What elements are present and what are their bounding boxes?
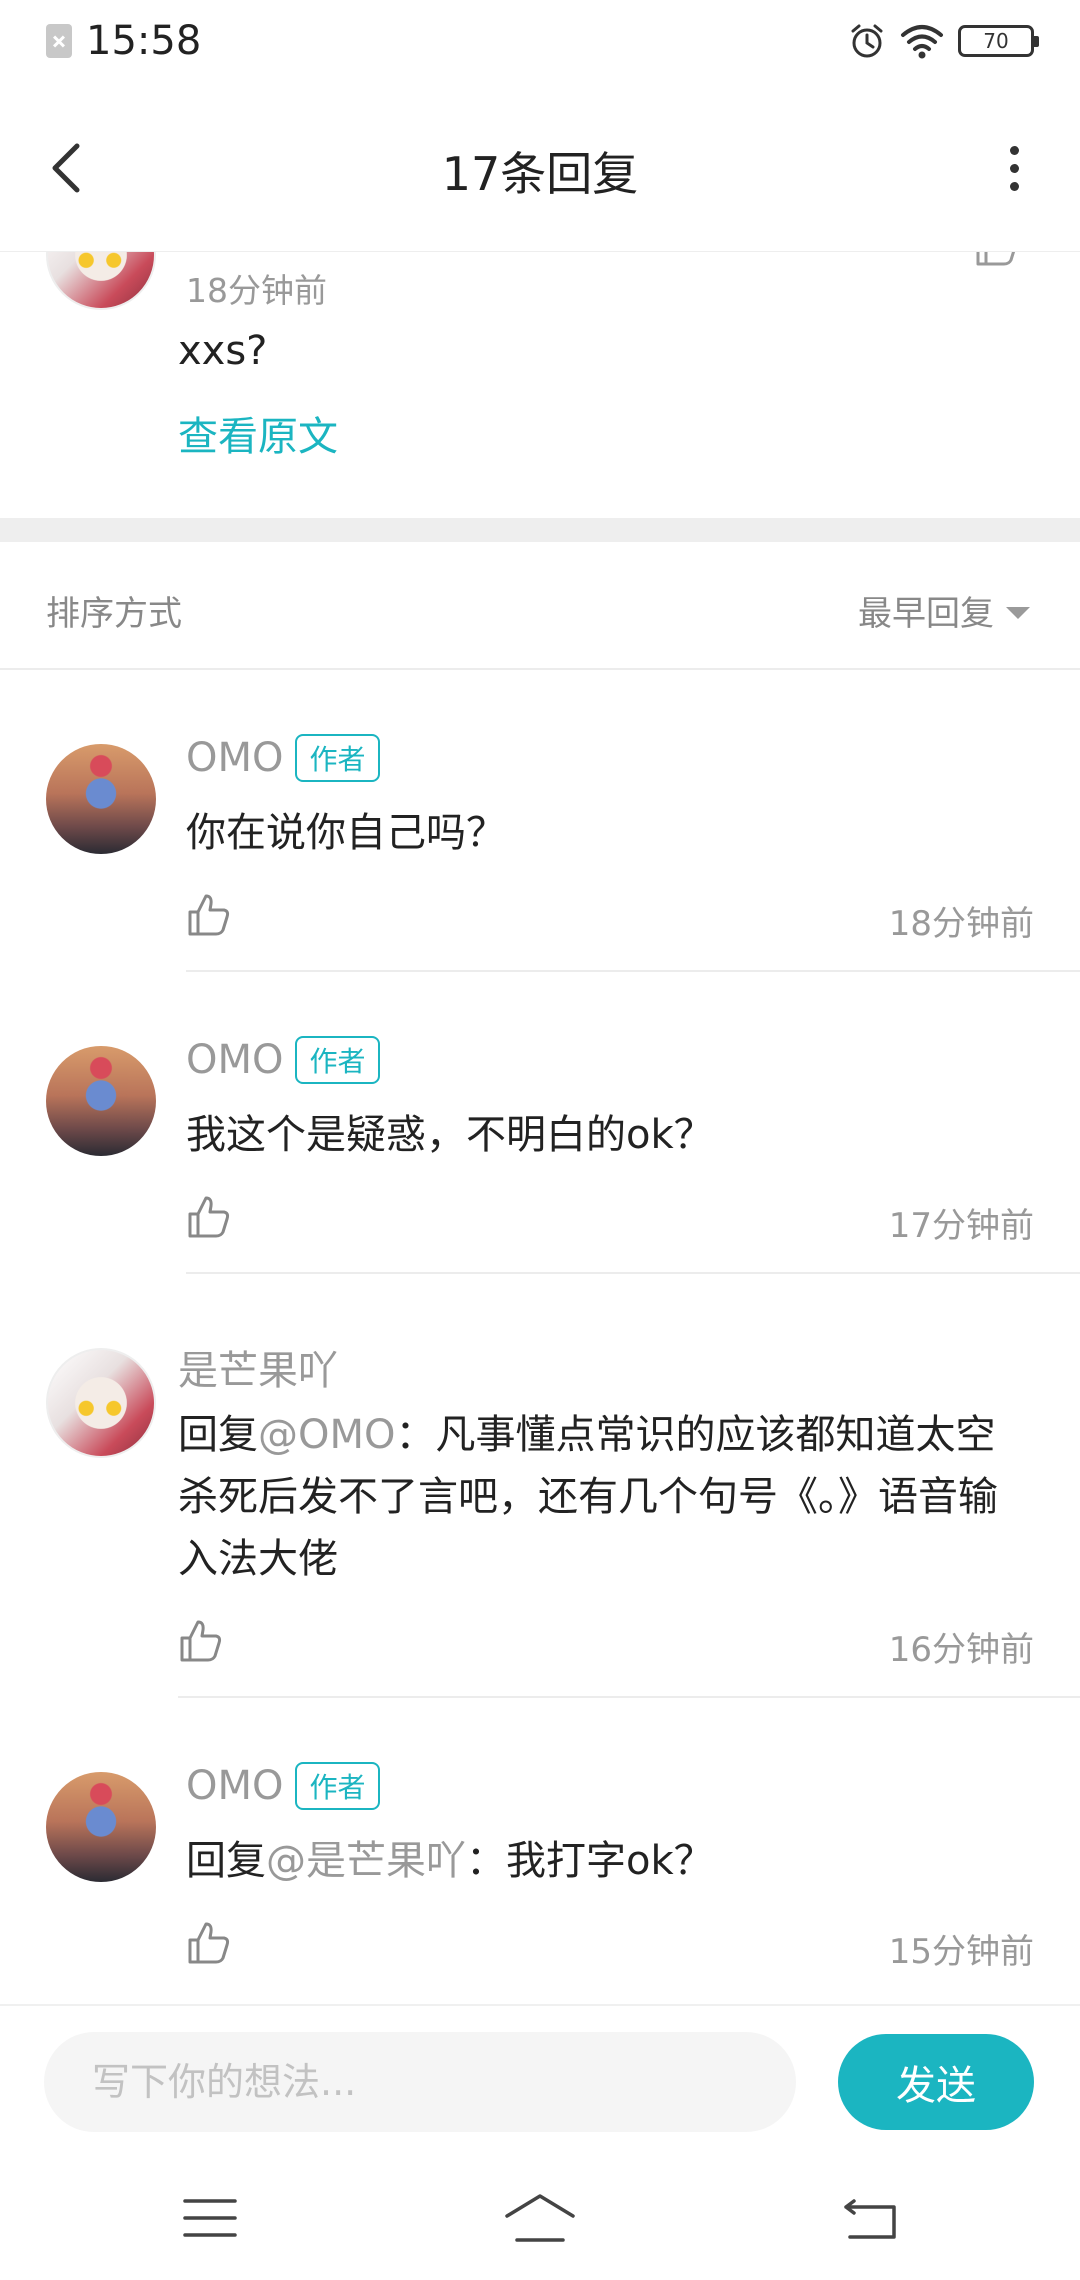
sort-label: 排序方式	[46, 594, 182, 634]
mention-link[interactable]: @是芒果吖	[266, 1838, 466, 1884]
reply-body: ：我打字ok？	[466, 1838, 714, 1884]
avatar[interactable]	[46, 252, 156, 310]
comment-input[interactable]	[44, 2032, 796, 2132]
thumbs-up-icon	[180, 1620, 222, 1662]
author-badge: 作者	[295, 734, 380, 782]
reply-text: 我这个是疑惑，不明白的ok？	[186, 1112, 714, 1158]
thumbs-up-icon	[976, 252, 1016, 266]
like-button[interactable]	[186, 1194, 232, 1240]
reply-text: 你在说你自己吗？	[186, 810, 506, 856]
home-icon	[505, 2194, 575, 2242]
avatar[interactable]	[46, 1348, 156, 1458]
comment-composer: 发送	[0, 2004, 1080, 2156]
reply-item: OMO 作者 我这个是疑惑，不明白的ok？ 17分钟前	[0, 972, 1080, 1274]
author-badge: 作者	[295, 1762, 380, 1810]
header-bar: 17条回复	[0, 88, 1080, 252]
like-button[interactable]	[186, 892, 232, 938]
reply-text: 回复@是芒果吖：我打字ok？	[186, 1830, 1034, 1892]
system-navigation-bar	[0, 2156, 1080, 2280]
thumbs-up-icon	[188, 894, 230, 936]
send-button[interactable]: 发送	[838, 2034, 1034, 2130]
more-dot	[1009, 163, 1019, 173]
reply-time: 17分钟前	[888, 1206, 1034, 1246]
battery-level: 70	[983, 29, 1009, 53]
sort-value: 最早回复	[858, 594, 994, 634]
sort-bar: 排序方式 最早回复	[0, 542, 1080, 670]
original-comment: 18分钟前 xxs? 查看原文	[0, 252, 1080, 518]
back-icon	[844, 2199, 896, 2239]
battery-icon: 70	[958, 25, 1039, 57]
more-dot	[1009, 181, 1019, 191]
like-button[interactable]	[186, 1920, 232, 1966]
sort-dropdown[interactable]: 最早回复	[858, 586, 1030, 635]
section-gap	[0, 518, 1080, 542]
status-bar: 15:58 70	[0, 0, 1080, 88]
page-title: 17条回复	[441, 147, 639, 201]
menu-button[interactable]	[160, 2186, 260, 2250]
reply-item: 是芒果吖 回复@OMO：凡事懂点常识的应该都知道太空杀死后发不了言吧，还有几个句…	[0, 1274, 1080, 1698]
wifi-icon	[901, 25, 943, 59]
sim-off-icon	[46, 24, 72, 58]
reply-username[interactable]: 是芒果吖	[178, 1338, 338, 1396]
home-button[interactable]	[490, 2186, 590, 2250]
alarm-icon	[851, 24, 883, 58]
avatar[interactable]	[46, 1772, 156, 1882]
like-button[interactable]	[974, 252, 1020, 272]
reply-text: 回复@OMO：凡事懂点常识的应该都知道太空杀死后发不了言吧，还有几个句号《。》语…	[178, 1404, 1034, 1590]
system-back-button[interactable]	[820, 2186, 920, 2250]
more-vertical-icon	[1009, 145, 1019, 155]
original-comment-text: xxs?	[178, 328, 268, 374]
caret-down-icon	[1006, 606, 1030, 619]
view-original-link[interactable]: 查看原文	[178, 404, 338, 462]
reply-time: 16分钟前	[888, 1630, 1034, 1670]
reply-item: OMO 作者 你在说你自己吗？ 18分钟前	[0, 670, 1080, 972]
like-button[interactable]	[178, 1618, 224, 1664]
reply-prefix: 回复	[178, 1412, 258, 1458]
reply-item: OMO 作者 回复@是芒果吖：我打字ok？ 15分钟前	[0, 1698, 1080, 2004]
thumbs-up-icon	[188, 1196, 230, 1238]
reply-prefix: 回复	[186, 1838, 266, 1884]
reply-username[interactable]: OMO	[186, 1763, 283, 1809]
status-time: 15:58	[86, 18, 202, 64]
author-badge: 作者	[295, 1036, 380, 1084]
reply-username[interactable]: OMO	[186, 1037, 283, 1083]
mention-link[interactable]: @OMO	[258, 1412, 395, 1458]
menu-icon	[183, 2199, 237, 2237]
thumbs-up-icon	[188, 1922, 230, 1964]
avatar[interactable]	[46, 1046, 156, 1156]
reply-time: 15分钟前	[888, 1932, 1034, 1972]
avatar[interactable]	[46, 744, 156, 854]
reply-time: 18分钟前	[888, 904, 1034, 944]
reply-username[interactable]: OMO	[186, 735, 283, 781]
original-comment-time: 18分钟前	[186, 271, 327, 310]
more-options-button[interactable]	[984, 138, 1044, 198]
